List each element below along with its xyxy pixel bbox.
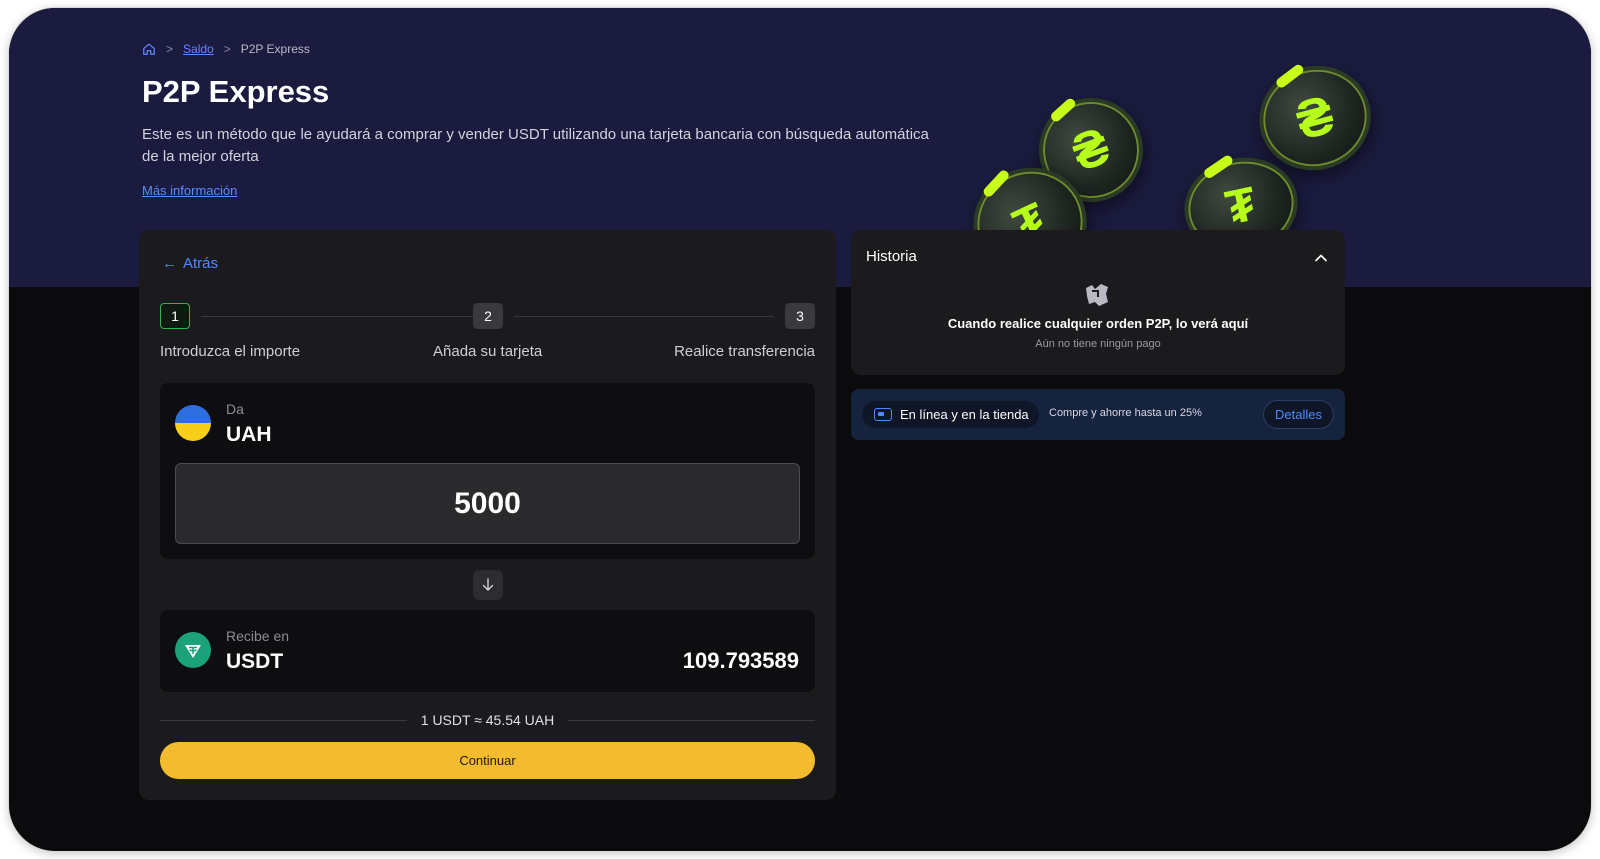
more-info-link[interactable]: Más información: [142, 183, 237, 198]
card-icon: [874, 408, 892, 421]
give-currency[interactable]: UAH: [226, 423, 272, 447]
tether-icon: [175, 632, 211, 668]
step-2-label: Añada su tarjeta: [433, 343, 543, 360]
promo-banner: En línea y en la tienda Compre y ahorre …: [851, 389, 1345, 440]
divider: [568, 719, 816, 721]
step-1-label: Introduzca el importe: [160, 343, 301, 360]
details-button[interactable]: Detalles: [1263, 400, 1334, 429]
receive-amount: 109.793589: [682, 648, 799, 673]
give-amount-input[interactable]: [175, 463, 800, 544]
divider: [160, 719, 407, 721]
step-2-number: 2: [473, 303, 503, 329]
empty-history-subtitle: Aún no tiene ningún pago: [1035, 338, 1161, 350]
breadcrumb-separator: >: [223, 42, 231, 56]
breadcrumb-current: P2P Express: [240, 42, 310, 56]
step-1-number: 1: [160, 303, 190, 329]
continue-button[interactable]: Continuar: [160, 742, 815, 779]
back-label: Atrás: [183, 255, 219, 272]
arrow-left-icon: ←: [162, 255, 177, 272]
back-button[interactable]: ← Atrás: [162, 255, 218, 272]
exchange-rate: 1 USDT ≈ 45.54 UAH: [160, 712, 816, 728]
give-panel: Da UAH: [160, 383, 815, 559]
receive-currency[interactable]: USDT: [226, 650, 283, 674]
exchange-rate-text: 1 USDT ≈ 45.54 UAH: [420, 712, 555, 728]
empty-history-icon: [1086, 284, 1108, 306]
receive-caption: Recibe en: [226, 628, 290, 644]
step-3-number: 3: [785, 303, 815, 329]
give-caption: Da: [226, 401, 244, 417]
swap-button[interactable]: [473, 570, 503, 600]
promo-chip-label: En línea y en la tienda: [900, 407, 1029, 422]
receive-panel: Recibe en USDT 109.793589: [160, 610, 815, 692]
empty-history-title: Cuando realice cualquier orden P2P, lo v…: [947, 316, 1249, 331]
breadcrumb: > Saldo > P2P Express: [142, 42, 310, 56]
chevron-up-icon[interactable]: [1313, 250, 1329, 266]
breadcrumb-separator: >: [166, 42, 174, 56]
promo-text: Compre y ahorre hasta un 25%: [1049, 407, 1202, 419]
breadcrumb-saldo-link[interactable]: Saldo: [183, 42, 214, 56]
promo-chip: En línea y en la tienda: [862, 401, 1039, 428]
converter-card: ← Atrás 1 2 3 Introduzca el importe Añad…: [139, 230, 836, 800]
page-title: P2P Express: [142, 74, 330, 109]
history-card: Historia Cuando realice cualquier orden …: [851, 230, 1345, 375]
app-frame: > Saldo > P2P Express P2P Express Este e…: [9, 8, 1591, 851]
step-3-label: Realice transferencia: [674, 343, 815, 360]
home-icon[interactable]: [142, 42, 156, 56]
ukraine-flag-icon: [175, 405, 211, 441]
step-connector: [201, 316, 473, 317]
arrow-down-icon: [482, 578, 494, 591]
step-connector: [514, 316, 774, 317]
history-title: Historia: [866, 248, 917, 265]
page-description: Este es un método que le ayudará a compr…: [142, 126, 929, 165]
tether-glyph-icon: [185, 645, 201, 658]
